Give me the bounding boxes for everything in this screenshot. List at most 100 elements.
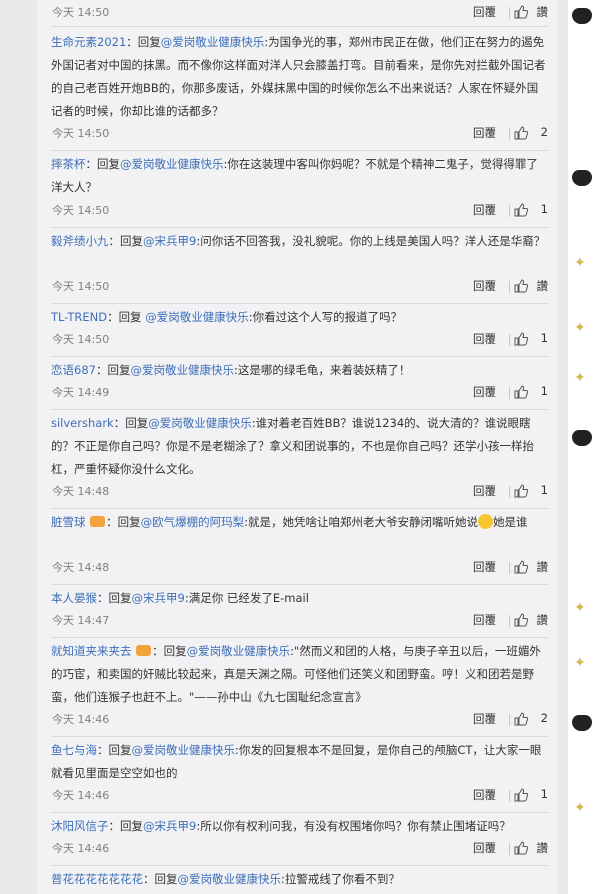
comment-username[interactable]: 普花花花花花花花 bbox=[51, 872, 143, 886]
comment-text: :拉警戒线了你看不到？ bbox=[281, 872, 400, 886]
thumbs-up-icon bbox=[514, 484, 528, 498]
divider bbox=[509, 281, 510, 293]
comment-username[interactable]: 沐阳风信子 bbox=[51, 819, 109, 833]
thumbs-up-icon bbox=[514, 560, 528, 574]
reply-button[interactable]: 回覆 bbox=[473, 384, 496, 400]
reply-button[interactable]: 回覆 bbox=[473, 612, 496, 628]
vip-badge-icon bbox=[90, 516, 106, 527]
comment-username[interactable]: 恋语687 bbox=[51, 363, 96, 377]
comment-username[interactable]: 本人晏猴 bbox=[51, 591, 97, 605]
mention-link[interactable]: @爱岗敬业健康快乐 bbox=[120, 157, 224, 171]
like-button[interactable]: 1 bbox=[514, 481, 548, 501]
thumbs-up-icon bbox=[514, 279, 528, 293]
divider bbox=[509, 128, 510, 140]
like-button[interactable]: 2 bbox=[514, 123, 548, 143]
like-button[interactable]: 讚 bbox=[514, 2, 548, 22]
comment-time: 今天 14:48 bbox=[52, 485, 110, 498]
thumbs-up-icon bbox=[514, 841, 528, 855]
mention-link[interactable]: @爱岗敬业健康快乐 bbox=[178, 872, 282, 886]
like-button[interactable]: 1 bbox=[514, 200, 548, 220]
black-cat-icon bbox=[572, 715, 592, 731]
reply-word: 回复 bbox=[108, 591, 132, 605]
like-button[interactable]: 1 bbox=[514, 329, 548, 349]
mention-link[interactable]: @爱岗敬业健康快乐 bbox=[145, 310, 249, 324]
like-count: 讚 bbox=[536, 613, 549, 627]
divider bbox=[509, 562, 510, 574]
comment-item: 鱼七与海：回复@爱岗敬业健康快乐:你发的回复根本不是回复，是你自己的颅脑CT，让… bbox=[51, 736, 548, 813]
mention-link[interactable]: @爱岗敬业健康快乐 bbox=[148, 416, 252, 430]
like-button[interactable]: 讚 bbox=[514, 838, 548, 858]
reply-button[interactable]: 回覆 bbox=[473, 711, 496, 727]
mention-link[interactable]: @爱岗敬业健康快乐 bbox=[132, 743, 236, 757]
mention-link[interactable]: @宋兵甲9 bbox=[143, 234, 196, 248]
reply-word: 回复 bbox=[107, 363, 131, 377]
thumbs-up-icon bbox=[514, 613, 528, 627]
like-count: 讚 bbox=[536, 841, 549, 855]
like-count: 2 bbox=[540, 125, 548, 139]
thumbs-up-icon bbox=[514, 332, 528, 346]
like-button[interactable]: 1 bbox=[514, 785, 548, 805]
reply-button[interactable]: 回覆 bbox=[473, 840, 496, 856]
reply-button[interactable]: 回覆 bbox=[473, 787, 496, 803]
comment-username[interactable]: 生命元素2021 bbox=[51, 35, 126, 49]
comment-username[interactable]: 摔茶杯 bbox=[51, 157, 86, 171]
comment-username[interactable]: 脏雪球 bbox=[51, 515, 86, 529]
star-decoration-icon: ✦ bbox=[574, 800, 586, 816]
vip-badge-icon bbox=[136, 645, 152, 656]
comment-username[interactable]: 就知道夹来夹去 bbox=[51, 644, 132, 658]
comment-time: 今天 14:50 bbox=[52, 6, 110, 19]
like-button[interactable]: 讚 bbox=[514, 610, 548, 630]
thumbs-up-icon bbox=[514, 788, 528, 802]
like-button[interactable]: 讚 bbox=[514, 557, 548, 577]
comment-item: 生命元素2021：回复@爱岗敬业健康快乐:为国争光的事，郑州市民正在做，他们正在… bbox=[51, 26, 548, 151]
like-count: 1 bbox=[540, 384, 548, 398]
reply-button[interactable]: 回覆 bbox=[473, 202, 496, 218]
reply-word: 回复 bbox=[120, 819, 143, 833]
mention-link[interactable]: @爱岗敬业健康快乐 bbox=[130, 363, 234, 377]
like-count: 讚 bbox=[536, 279, 549, 293]
comment-username[interactable]: TL-TREND bbox=[51, 310, 107, 324]
comment-item: 毅斧绩小九：回复@宋兵甲9:问你话不回答我，没礼貌呢。你的上线是美国人吗？洋人还… bbox=[51, 227, 548, 304]
star-decoration-icon: ✦ bbox=[574, 320, 586, 336]
comment-time: 今天 14:46 bbox=[52, 789, 110, 802]
comment-username[interactable]: silvershark bbox=[51, 416, 114, 430]
comment-time: 今天 14:49 bbox=[52, 386, 110, 399]
comment-item: TL-TREND：回复 @爱岗敬业健康快乐:你看过这个人写的报道了吗？ 今天 1… bbox=[51, 303, 548, 357]
mention-link[interactable]: @欧气爆棚的阿玛梨 bbox=[141, 515, 245, 529]
reply-button[interactable]: 回覆 bbox=[473, 559, 496, 575]
reply-word: 回复 bbox=[137, 35, 161, 49]
reply-button[interactable]: 回覆 bbox=[473, 125, 496, 141]
divider bbox=[509, 843, 510, 855]
thumbs-up-icon bbox=[514, 712, 528, 726]
comment-text: :问你话不回答我，没礼貌呢。你的上线是美国人吗？洋人还是华裔？ bbox=[196, 234, 546, 248]
reply-word: 回复 bbox=[97, 157, 120, 171]
star-decoration-icon: ✦ bbox=[574, 600, 586, 616]
reply-button[interactable]: 回覆 bbox=[473, 278, 496, 294]
like-button[interactable]: 讚 bbox=[514, 276, 548, 296]
comment-username[interactable]: 毅斧绩小九 bbox=[51, 234, 109, 248]
mention-link[interactable]: @爱岗敬业健康快乐 bbox=[161, 35, 265, 49]
reply-button[interactable]: 回覆 bbox=[473, 483, 496, 499]
divider bbox=[509, 790, 510, 802]
comment-text: :你看过这个人写的报道了吗？ bbox=[248, 310, 403, 324]
like-count: 1 bbox=[540, 787, 548, 801]
comment-item: 本人晏猴：回复@宋兵甲9:满足你 已经发了E-mail 今天 14:47 回覆 … bbox=[51, 584, 548, 638]
comment-time: 今天 14:50 bbox=[52, 204, 110, 217]
reply-word: 回复 bbox=[117, 515, 141, 529]
thumbs-up-icon bbox=[514, 385, 528, 399]
divider bbox=[509, 714, 510, 726]
like-button[interactable]: 2 bbox=[514, 709, 548, 729]
comment-text: :就是，她凭啥让咱郑州老大爷安静闭嘴听她说 bbox=[244, 515, 479, 529]
mention-link[interactable]: @宋兵甲9 bbox=[132, 591, 185, 605]
reply-word: 回复 bbox=[154, 872, 178, 886]
reply-word: 回复 bbox=[108, 743, 132, 757]
mention-link[interactable]: @爱岗敬业健康快乐 bbox=[187, 644, 291, 658]
like-count: 1 bbox=[540, 483, 548, 497]
like-button[interactable]: 1 bbox=[514, 382, 548, 402]
star-decoration-icon: ✦ bbox=[574, 255, 586, 271]
mention-link[interactable]: @宋兵甲9 bbox=[143, 819, 196, 833]
reply-button[interactable]: 回覆 bbox=[473, 331, 496, 347]
comment-item: silvershark：回复@爱岗敬业健康快乐:谁对着老百姓BB？谁说1234的… bbox=[51, 409, 548, 509]
reply-button[interactable]: 回覆 bbox=[473, 4, 496, 20]
comment-username[interactable]: 鱼七与海 bbox=[51, 743, 97, 757]
